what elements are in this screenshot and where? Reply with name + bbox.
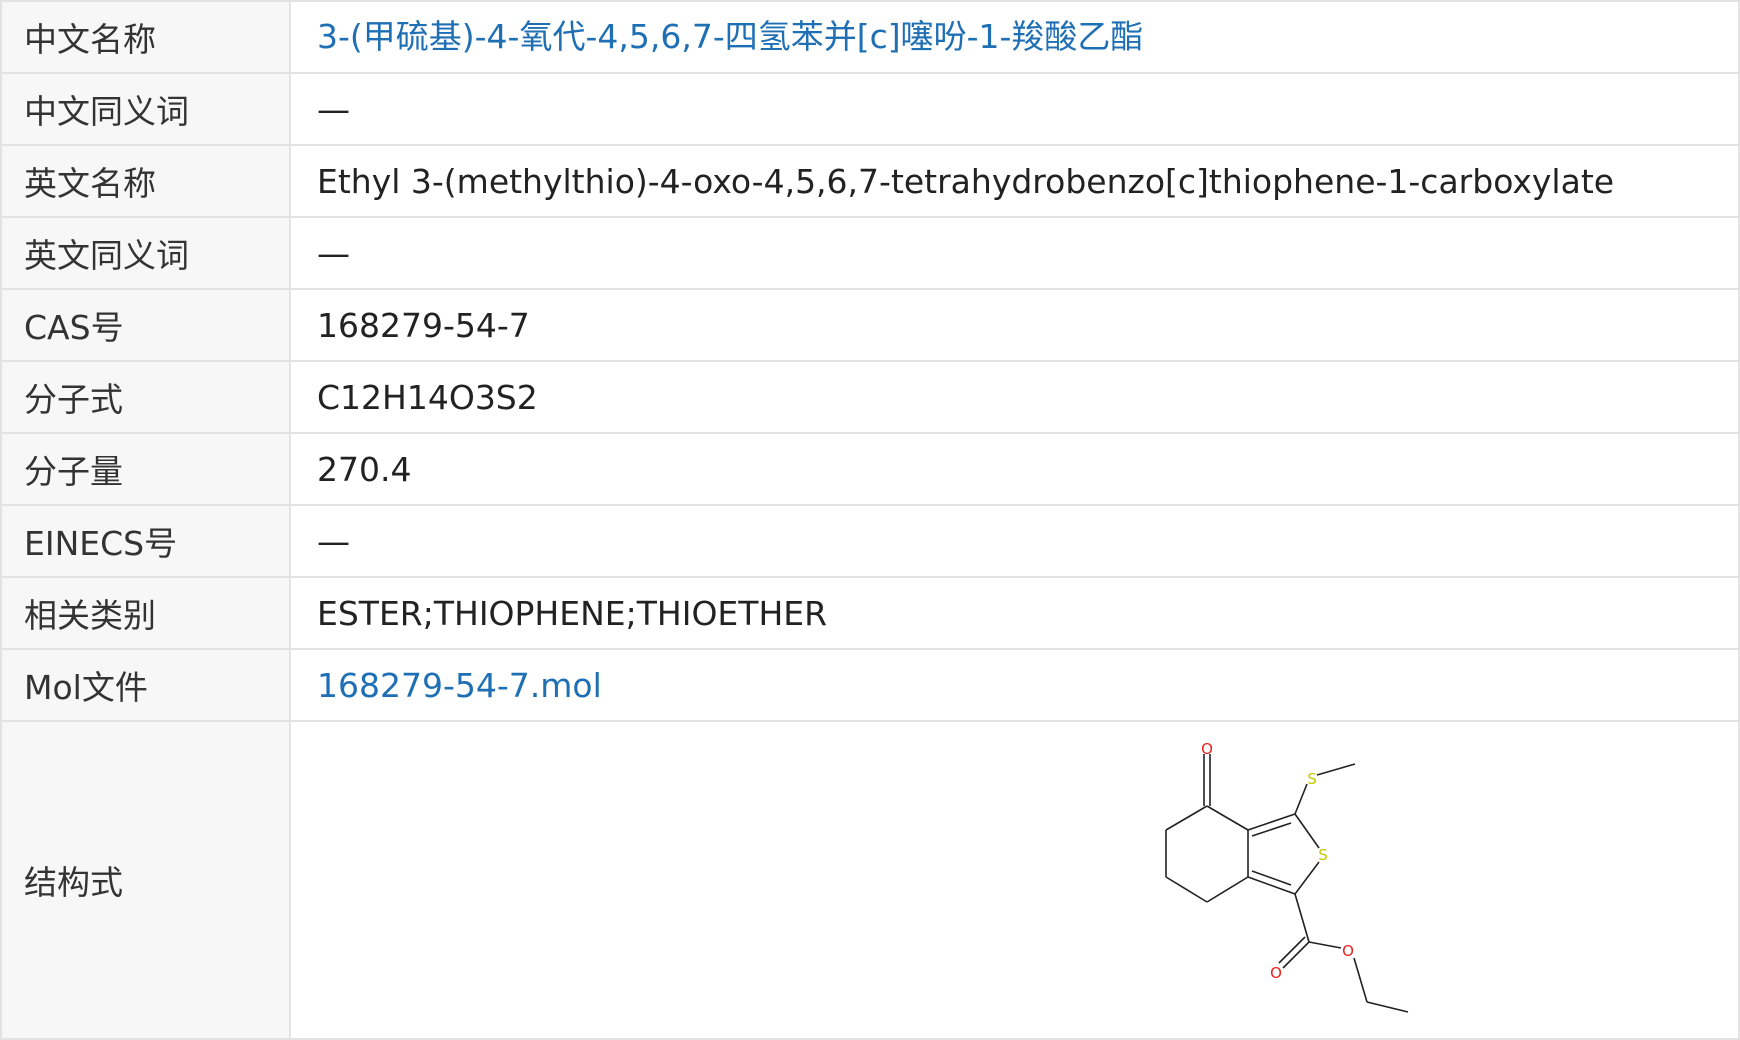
structure-cell: O S S O O — [289, 720, 1740, 1040]
row-structure: 结构式 O S S O O — [0, 720, 1740, 1040]
sulfur-atom-ring: S — [1318, 846, 1328, 864]
value-english-synonyms: — — [289, 216, 1740, 290]
value-molecular-weight: 270.4 — [289, 432, 1740, 506]
row-mol-file: Mol文件 168279-54-7.mol — [0, 648, 1740, 722]
value-molecular-formula: C12H14O3S2 — [289, 360, 1740, 434]
label-mol-file: Mol文件 — [0, 648, 291, 722]
label-einecs: EINECS号 — [0, 504, 291, 578]
chinese-name-link[interactable]: 3-(甲硫基)-4-氧代-4,5,6,7-四氢苯并[c]噻吩-1-羧酸乙酯 — [317, 17, 1143, 56]
row-cas-number: CAS号 168279-54-7 — [0, 288, 1740, 362]
value-chinese-synonyms: — — [289, 72, 1740, 146]
row-english-name: 英文名称 Ethyl 3-(methylthio)-4-oxo-4,5,6,7-… — [0, 144, 1740, 218]
label-english-name: 英文名称 — [0, 144, 291, 218]
bonds — [1165, 754, 1409, 1013]
row-related-categories: 相关类别 ESTER;THIOPHENE;THIOETHER — [0, 576, 1740, 650]
oxygen-atom-ketone: O — [1201, 740, 1213, 758]
row-english-synonyms: 英文同义词 — — [0, 216, 1740, 290]
label-english-synonyms: 英文同义词 — [0, 216, 291, 290]
value-related-categories: ESTER;THIOPHENE;THIOETHER — [289, 576, 1740, 650]
oxygen-atom-carbonyl: O — [1270, 964, 1282, 982]
row-einecs: EINECS号 — — [0, 504, 1740, 578]
label-molecular-weight: 分子量 — [0, 432, 291, 506]
row-molecular-weight: 分子量 270.4 — [0, 432, 1740, 506]
structure-wrap: O S S O O — [291, 722, 1738, 1038]
label-molecular-formula: 分子式 — [0, 360, 291, 434]
label-structure: 结构式 — [0, 720, 291, 1040]
value-chinese-name-cell: 3-(甲硫基)-4-氧代-4,5,6,7-四氢苯并[c]噻吩-1-羧酸乙酯 — [289, 0, 1740, 74]
structural-formula-image: O S S O O — [1165, 740, 1409, 1013]
compound-info-table: 中文名称 3-(甲硫基)-4-氧代-4,5,6,7-四氢苯并[c]噻吩-1-羧酸… — [0, 0, 1740, 1040]
row-chinese-synonyms: 中文同义词 — — [0, 72, 1740, 146]
label-cas-number: CAS号 — [0, 288, 291, 362]
label-chinese-name: 中文名称 — [0, 0, 291, 74]
label-related-categories: 相关类别 — [0, 576, 291, 650]
value-mol-file-cell: 168279-54-7.mol — [289, 648, 1740, 722]
mol-file-link[interactable]: 168279-54-7.mol — [317, 666, 602, 705]
sulfur-atom-thioether: S — [1307, 770, 1317, 788]
value-cas-number: 168279-54-7 — [289, 288, 1740, 362]
value-english-name: Ethyl 3-(methylthio)-4-oxo-4,5,6,7-tetra… — [289, 144, 1740, 218]
row-molecular-formula: 分子式 C12H14O3S2 — [0, 360, 1740, 434]
value-einecs: — — [289, 504, 1740, 578]
oxygen-atom-ester: O — [1342, 942, 1354, 960]
label-chinese-synonyms: 中文同义词 — [0, 72, 291, 146]
row-chinese-name: 中文名称 3-(甲硫基)-4-氧代-4,5,6,7-四氢苯并[c]噻吩-1-羧酸… — [0, 0, 1740, 74]
